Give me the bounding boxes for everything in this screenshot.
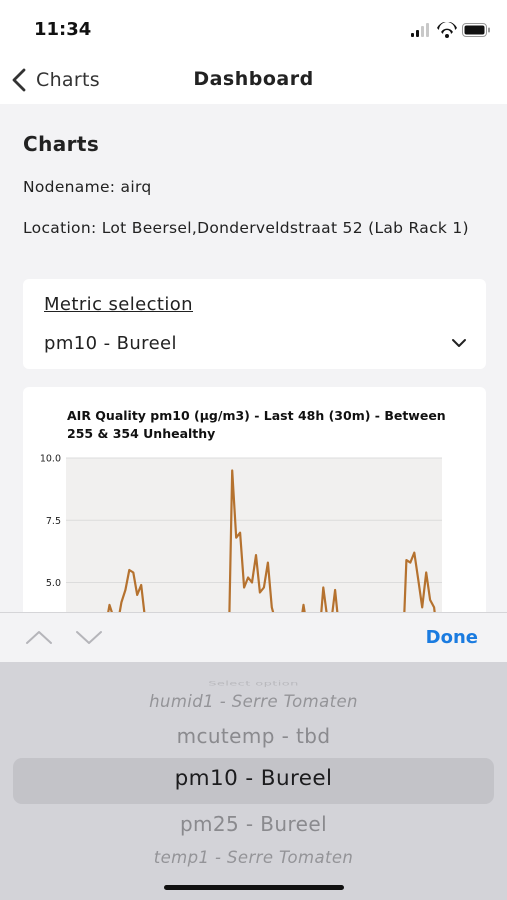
metric-selection-label: Metric selection <box>44 294 193 315</box>
picker-option[interactable]: temp1 - Serre Tomaten <box>0 848 507 867</box>
status-icons <box>411 22 490 38</box>
y-tick-label: 5.0 <box>46 578 61 589</box>
picker-option[interactable]: Select option <box>0 680 507 688</box>
section-title: Charts <box>23 132 100 156</box>
status-time: 11:34 <box>34 19 92 40</box>
chart-plot-area <box>66 458 442 612</box>
navigation-bar: Charts Dashboard <box>0 56 507 104</box>
chevron-down-icon <box>452 339 466 347</box>
chevron-down-icon[interactable] <box>74 627 104 647</box>
picker-option[interactable]: humid1 - Serre Tomaten <box>0 692 507 711</box>
page-title: Dashboard <box>193 68 314 90</box>
status-bar: 11:34 <box>0 0 507 56</box>
battery-icon <box>462 23 490 37</box>
picker-toolbar: Done <box>0 612 507 663</box>
y-tick-label: 10.0 <box>40 454 61 465</box>
done-button[interactable]: Done <box>426 627 478 648</box>
signal-icon <box>411 23 429 37</box>
metric-select[interactable]: pm10 - Bureel <box>44 331 468 357</box>
wifi-icon <box>437 22 457 38</box>
metric-selected-value: pm10 - Bureel <box>44 333 177 354</box>
y-tick-label: 7.5 <box>46 516 61 527</box>
metric-picker-wheel[interactable]: Select option humid1 - Serre Tomaten mcute… <box>0 662 507 900</box>
chart-title: AIR Quality pm10 (µg/m3) - Last 48h (30m… <box>67 408 446 441</box>
picker-option[interactable]: mcutemp - tbd <box>0 724 507 748</box>
location-text: Location: Lot Beersel,Donderveldstraat 5… <box>23 219 469 237</box>
chevron-up-icon[interactable] <box>24 627 54 647</box>
nodename-text: Nodename: airq <box>23 178 152 196</box>
picker-option[interactable]: pm25 - Bureel <box>0 812 507 836</box>
home-indicator <box>164 885 344 890</box>
chart-card: 10.07.55.02.5 AIR Quality pm10 (µg/m3) -… <box>23 387 486 612</box>
content-area[interactable]: Charts Nodename: airq Location: Lot Beer… <box>0 104 507 612</box>
metric-selection-card: Metric selection pm10 - Bureel <box>23 279 486 369</box>
picker-option-selected[interactable]: pm10 - Bureel <box>0 766 507 791</box>
